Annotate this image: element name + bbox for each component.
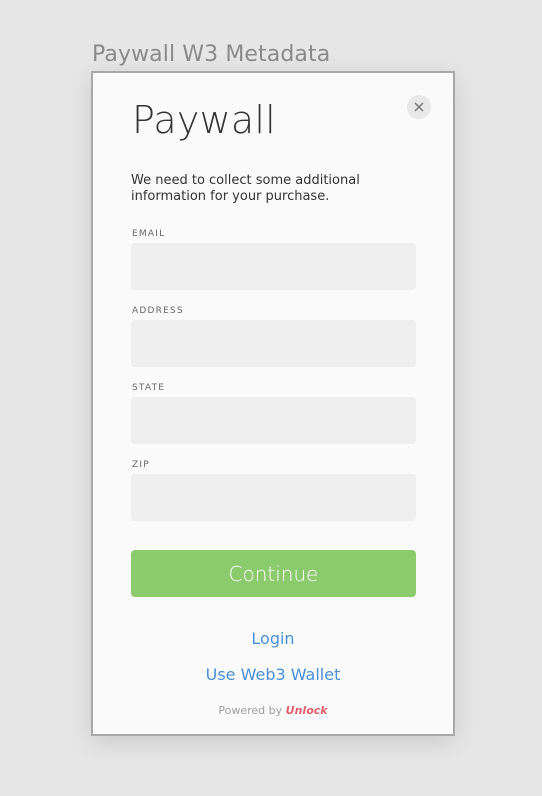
zip-field[interactable]	[131, 474, 416, 521]
email-label: EMAIL	[132, 229, 166, 239]
unlock-logo[interactable]: Unlock	[286, 704, 328, 717]
frame-title: Paywall W3 Metadata	[92, 42, 331, 67]
email-field[interactable]	[131, 243, 416, 290]
modal-heading: Paywall	[132, 98, 276, 142]
state-label: STATE	[132, 383, 166, 393]
state-field[interactable]	[131, 397, 416, 444]
continue-button[interactable]: Continue	[131, 550, 416, 597]
address-field[interactable]	[131, 320, 416, 367]
login-link[interactable]: Login	[93, 629, 453, 648]
zip-label: ZIP	[132, 460, 150, 470]
web3-wallet-link[interactable]: Use Web3 Wallet	[93, 665, 453, 684]
address-label: ADDRESS	[132, 306, 184, 316]
powered-by-text: Powered by	[218, 704, 283, 717]
powered-by: Powered by Unlock	[93, 704, 453, 717]
intro-text: We need to collect some additional infor…	[131, 173, 360, 204]
paywall-modal: Paywall We need to collect some addition…	[91, 71, 455, 736]
close-icon	[414, 102, 424, 112]
close-button[interactable]	[407, 95, 431, 119]
